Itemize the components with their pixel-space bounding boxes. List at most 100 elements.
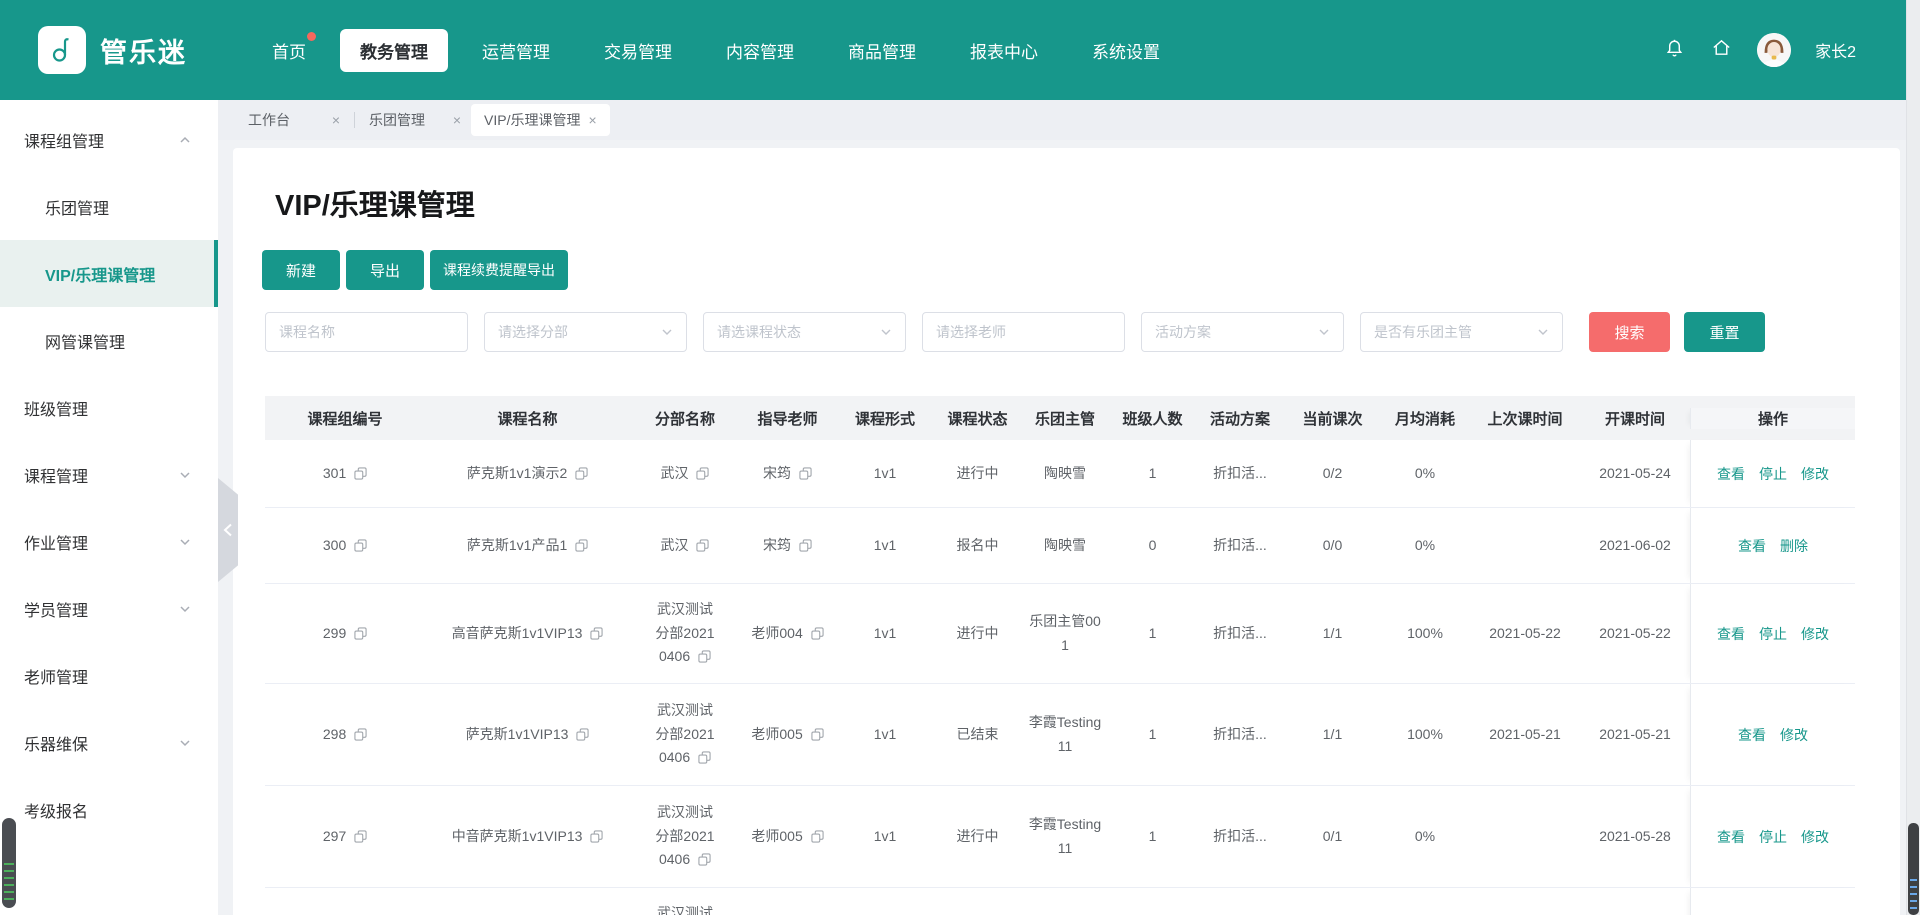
sidebar-item-课程组管理[interactable]: 课程组管理	[0, 106, 218, 173]
row-action-修改[interactable]: 修改	[1801, 464, 1829, 484]
sidebar-collapse-handle[interactable]	[218, 478, 238, 582]
copy-icon[interactable]	[799, 467, 812, 480]
copy-icon[interactable]	[799, 539, 812, 552]
cell-value: 武汉测试分部20210406	[653, 801, 717, 872]
brand[interactable]: 管乐迷	[38, 26, 187, 74]
copy-icon[interactable]	[696, 539, 709, 552]
sidebar-item-考级报名[interactable]: 考级报名	[0, 776, 218, 843]
nav-item-交易管理[interactable]: 交易管理	[584, 29, 692, 72]
user-name[interactable]: 家长2	[1815, 38, 1856, 62]
action-button-新建[interactable]: 新建	[262, 250, 340, 290]
sidebar-item-VIP/乐理课管理[interactable]: VIP/乐理课管理	[0, 240, 218, 307]
cell-开课时间: 2021-05-21	[1580, 684, 1690, 785]
filter-text-input[interactable]	[279, 324, 454, 340]
cell-value: 100%	[1407, 723, 1443, 747]
cell-开课时间: 2021-05-22	[1580, 584, 1690, 683]
chevron-down-icon	[880, 326, 892, 338]
sidebar-item-乐团管理[interactable]: 乐团管理	[0, 173, 218, 240]
nav-item-首页[interactable]: 首页	[252, 29, 326, 72]
copy-icon[interactable]	[698, 853, 711, 866]
cell-班级人数: 1	[1110, 786, 1195, 887]
copy-icon[interactable]	[576, 728, 589, 741]
sidebar-item-乐器维保[interactable]: 乐器维保	[0, 709, 218, 776]
copy-icon[interactable]	[590, 830, 603, 843]
tab-close-icon[interactable]: ×	[332, 112, 340, 128]
row-action-停止[interactable]: 停止	[1759, 464, 1787, 484]
cell-操作: 查看停止修改	[1690, 786, 1855, 887]
row-action-修改[interactable]: 修改	[1801, 827, 1829, 847]
copy-icon[interactable]	[575, 467, 588, 480]
row-action-查看[interactable]: 查看	[1717, 464, 1745, 484]
sidebar-item-网管课管理[interactable]: 网管课管理	[0, 307, 218, 374]
row-action-查看[interactable]: 查看	[1738, 725, 1766, 745]
tab-VIP/乐理课管理[interactable]: VIP/乐理课管理×	[471, 104, 610, 136]
row-action-停止[interactable]: 停止	[1759, 624, 1787, 644]
tab-乐团管理[interactable]: 乐团管理×	[359, 100, 471, 140]
cell-课程形式: 1v1	[835, 508, 935, 583]
copy-icon[interactable]	[354, 467, 367, 480]
filter-select-请选择分部[interactable]: 请选择分部	[484, 312, 687, 352]
reset-button[interactable]: 重置	[1684, 312, 1765, 352]
copy-icon[interactable]	[811, 627, 824, 640]
nav-item-报表中心[interactable]: 报表中心	[950, 29, 1058, 72]
copy-icon[interactable]	[354, 728, 367, 741]
copy-icon[interactable]	[698, 650, 711, 663]
copy-icon[interactable]	[811, 830, 824, 843]
filter-select-是否有乐团主管[interactable]: 是否有乐团主管	[1360, 312, 1563, 352]
search-button[interactable]: 搜索	[1589, 312, 1670, 352]
cell-value: 萨克斯1v1VIP13	[466, 723, 590, 747]
copy-icon[interactable]	[696, 467, 709, 480]
row-action-查看[interactable]: 查看	[1738, 536, 1766, 556]
copy-icon[interactable]	[698, 751, 711, 764]
sidebar-item-作业管理[interactable]: 作业管理	[0, 508, 218, 575]
copy-icon[interactable]	[354, 830, 367, 843]
copy-icon[interactable]	[590, 627, 603, 640]
cell-value: 1	[1149, 462, 1157, 486]
cell-value: 武汉测试分部20210406	[653, 699, 717, 770]
nav-item-运营管理[interactable]: 运营管理	[462, 29, 570, 72]
column-header-分部名称: 分部名称	[630, 408, 740, 429]
page-scrollbar-track[interactable]	[1906, 0, 1920, 915]
sidebar-item-老师管理[interactable]: 老师管理	[0, 642, 218, 709]
copy-icon[interactable]	[354, 539, 367, 552]
tab-close-icon[interactable]: ×	[588, 112, 596, 128]
column-header-当前课次: 当前课次	[1285, 408, 1380, 429]
copy-icon[interactable]	[811, 728, 824, 741]
cell-value: 1/1	[1323, 622, 1342, 646]
page-actions: 新建导出课程续费提醒导出	[262, 250, 1900, 290]
filter-input-课程名称[interactable]	[265, 312, 468, 352]
home-icon[interactable]	[1710, 36, 1733, 64]
row-action-查看[interactable]: 查看	[1717, 827, 1745, 847]
sidebar-item-班级管理[interactable]: 班级管理	[0, 374, 218, 441]
filter-text-input[interactable]	[936, 324, 1111, 340]
tab-close-icon[interactable]: ×	[453, 112, 461, 128]
nav-item-系统设置[interactable]: 系统设置	[1072, 29, 1180, 72]
nav-item-内容管理[interactable]: 内容管理	[706, 29, 814, 72]
filter-select-请选课程状态[interactable]: 请选课程状态	[703, 312, 906, 352]
chevron-down-icon	[178, 468, 192, 482]
avatar[interactable]	[1757, 33, 1791, 67]
row-action-修改[interactable]: 修改	[1780, 725, 1808, 745]
nav-item-教务管理[interactable]: 教务管理	[340, 29, 448, 72]
filter-input-请选择老师[interactable]	[922, 312, 1125, 352]
sidebar-item-学员管理[interactable]: 学员管理	[0, 575, 218, 642]
tab-工作台[interactable]: 工作台×	[238, 100, 350, 140]
action-button-导出[interactable]: 导出	[346, 250, 424, 290]
row-action-停止[interactable]: 停止	[1759, 827, 1787, 847]
sidebar-item-课程管理[interactable]: 课程管理	[0, 441, 218, 508]
cell-班级人数: 1	[1110, 584, 1195, 683]
action-button-课程续费提醒导出[interactable]: 课程续费提醒导出	[430, 250, 568, 290]
nav-item-商品管理[interactable]: 商品管理	[828, 29, 936, 72]
filter-select-活动方案[interactable]: 活动方案	[1141, 312, 1344, 352]
copy-icon[interactable]	[354, 627, 367, 640]
cell-月均消耗: 0%	[1380, 508, 1470, 583]
copy-icon[interactable]	[575, 539, 588, 552]
sidebar-scrollbar-thumb[interactable]	[2, 818, 16, 908]
row-action-删除[interactable]: 删除	[1780, 536, 1808, 556]
cell-上次课时间: 2021-05-20	[1470, 888, 1580, 915]
row-action-查看[interactable]: 查看	[1717, 624, 1745, 644]
bell-icon[interactable]	[1663, 36, 1686, 64]
row-action-修改[interactable]: 修改	[1801, 624, 1829, 644]
column-header-开课时间: 开课时间	[1580, 408, 1690, 429]
page-scrollbar-thumb[interactable]	[1908, 823, 1919, 915]
